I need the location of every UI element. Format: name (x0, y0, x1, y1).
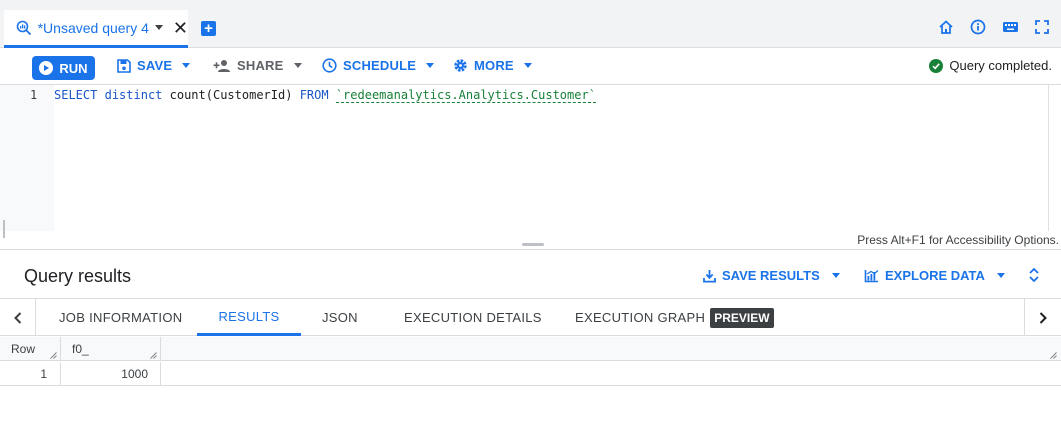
keyboard-icon[interactable] (1001, 18, 1019, 36)
save-chevron-down-icon (182, 63, 191, 68)
tab-results[interactable]: RESULTS (197, 299, 301, 336)
schedule-label: SCHEDULE (343, 58, 417, 73)
editor-gutter: 1 (0, 85, 54, 231)
add-person-icon (213, 60, 230, 72)
explore-data-label: EXPLORE DATA (885, 268, 985, 283)
save-icon (117, 58, 131, 73)
more-label: MORE (474, 58, 514, 73)
explore-data-chevron-down-icon (996, 273, 1005, 278)
check-circle-icon (929, 58, 944, 73)
table-reference-link[interactable]: `redeemanalytics.Analytics.Customer` (335, 88, 596, 103)
play-icon (39, 61, 54, 75)
share-label: SHARE (237, 58, 284, 73)
tab-title: *Unsaved query 4 (37, 19, 149, 36)
panel-drag-handle[interactable] (522, 243, 544, 246)
table-row: 1 1000 (0, 362, 1061, 386)
row-number-cell: 1 (0, 362, 61, 386)
save-button[interactable]: SAVE (117, 58, 191, 73)
scroll-tabs-left-button[interactable] (0, 299, 36, 336)
tab-json[interactable]: JSON (322, 299, 358, 336)
results-header: Query results SAVE RESULTS EXPLORE DATA (0, 251, 1061, 299)
home-icon[interactable] (937, 18, 955, 36)
save-results-label: SAVE RESULTS (722, 268, 820, 283)
run-button[interactable]: RUN (32, 56, 95, 80)
explore-data-button[interactable]: EXPLORE DATA (864, 268, 1005, 283)
save-label: SAVE (137, 58, 173, 73)
empty-cell (161, 362, 1060, 386)
tab-execution-graph-label: EXECUTION GRAPH (575, 310, 706, 325)
column-header-f0[interactable]: f0_ (61, 337, 161, 361)
f0-value-cell[interactable]: 1000 (61, 362, 161, 386)
header-icons (937, 18, 1051, 36)
keyword-select: SELECT (54, 88, 98, 102)
chevron-right-icon (1039, 311, 1047, 324)
run-label: RUN (59, 60, 88, 76)
more-button[interactable]: MORE (453, 58, 532, 73)
column-resize-icon[interactable] (50, 352, 57, 359)
info-icon[interactable] (969, 18, 987, 36)
close-tab-icon[interactable]: ✕ (173, 19, 188, 37)
editor-resize-marker (3, 220, 5, 238)
column-resize-icon[interactable] (150, 352, 157, 359)
tab-execution-graph[interactable]: EXECUTION GRAPH PREVIEW (575, 299, 774, 336)
results-title: Query results (24, 266, 132, 286)
preview-badge: PREVIEW (710, 307, 774, 328)
share-chevron-down-icon (293, 63, 302, 68)
results-tabs: JOB INFORMATION RESULTS JSON EXECUTION D… (0, 299, 1061, 336)
function-count: count(CustomerId) (169, 88, 293, 102)
keyword-distinct: distinct (104, 88, 163, 102)
column-header-row-label: Row (11, 342, 36, 356)
code-line[interactable]: SELECT distinct count(CustomerId) FROM `… (54, 88, 596, 103)
sql-editor[interactable]: 1 SELECT distinct count(CustomerId) FROM… (0, 85, 1061, 250)
schedule-chevron-down-icon (426, 63, 435, 68)
more-chevron-down-icon (523, 63, 532, 68)
query-icon (16, 19, 33, 37)
tab-execution-details[interactable]: EXECUTION DETAILS (404, 299, 542, 336)
expand-collapse-icon[interactable] (1027, 266, 1041, 284)
accessibility-hint: Press Alt+F1 for Accessibility Options. (857, 233, 1059, 247)
chart-icon (864, 269, 879, 282)
tab-strip: *Unsaved query 4 ✕ + (0, 0, 1061, 48)
tab-menu-chevron-down-icon[interactable] (154, 25, 163, 30)
chevron-left-icon (13, 311, 21, 324)
query-status: Query completed. (929, 58, 1052, 73)
scroll-tabs-right-button[interactable] (1024, 299, 1060, 336)
schedule-button[interactable]: SCHEDULE (322, 58, 435, 73)
save-results-chevron-down-icon (831, 273, 840, 278)
editor-scrollbar[interactable] (1048, 85, 1061, 231)
keyword-from: FROM (299, 88, 329, 102)
status-text: Query completed. (949, 58, 1052, 73)
fullscreen-icon[interactable] (1033, 18, 1051, 36)
save-results-button[interactable]: SAVE RESULTS (703, 268, 840, 283)
column-header-row[interactable]: Row (0, 337, 61, 361)
column-header-f0-label: f0_ (72, 342, 89, 356)
tab-unsaved-query[interactable]: *Unsaved query 4 ✕ (4, 10, 188, 48)
tab-job-information[interactable]: JOB INFORMATION (59, 299, 182, 336)
clock-icon (322, 58, 337, 73)
gear-icon (454, 59, 467, 72)
table-header-row: Row f0_ (0, 337, 1061, 361)
line-number: 1 (30, 88, 38, 102)
add-tab-icon[interactable]: + (201, 21, 216, 36)
share-button[interactable]: SHARE (213, 58, 302, 73)
download-icon (703, 269, 716, 282)
column-resize-icon[interactable] (1050, 352, 1057, 359)
column-header-empty (161, 337, 1060, 361)
query-toolbar: RUN SAVE SHARE SCHEDULE MORE Query compl… (0, 48, 1061, 85)
